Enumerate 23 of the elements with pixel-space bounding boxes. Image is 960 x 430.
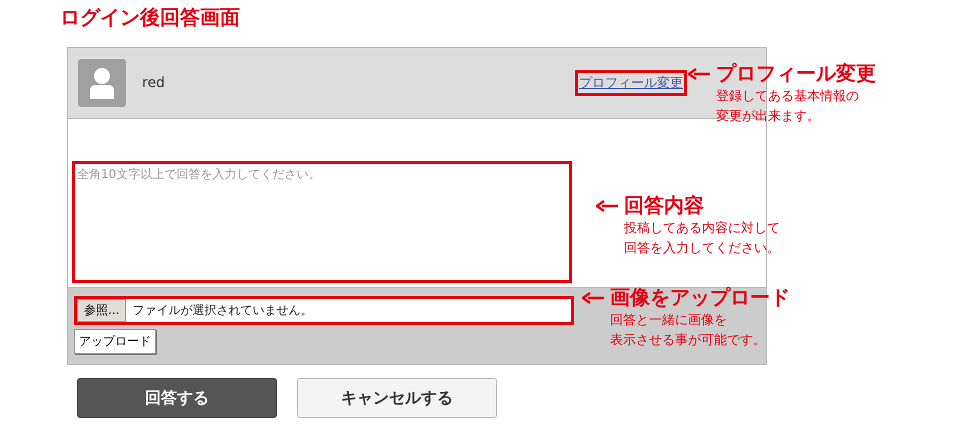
cancel-button[interactable]: キャンセルする bbox=[297, 378, 497, 418]
arrow-icon bbox=[688, 68, 710, 80]
annotation-heading: 回答内容 bbox=[624, 192, 704, 219]
browse-button[interactable]: 参照... bbox=[77, 299, 126, 322]
user-name: red bbox=[142, 75, 165, 91]
upload-button[interactable]: アップロード bbox=[74, 329, 156, 354]
annotation-text: 登録してある基本情報の bbox=[716, 88, 860, 106]
annotation-text: 回答を入力してください。 bbox=[624, 240, 780, 258]
annotation-text: 表示させる事が可能です。 bbox=[610, 332, 767, 350]
arrow-icon bbox=[596, 200, 618, 212]
file-field[interactable]: 参照... ファイルが選択されていません。 bbox=[74, 296, 574, 325]
profile-link[interactable]: プロフィール変更 bbox=[578, 73, 684, 93]
page-title: ログイン後回答画面 bbox=[60, 4, 240, 31]
annotation-text: 変更が出来ます。 bbox=[716, 108, 821, 126]
annotation-text: 回答と一緒に画像を bbox=[610, 312, 728, 330]
arrow-icon bbox=[582, 292, 604, 304]
answer-button[interactable]: 回答する bbox=[77, 378, 277, 418]
annotation-heading: プロフィール変更 bbox=[716, 60, 876, 87]
annotation-heading: 画像をアップロード bbox=[610, 284, 790, 311]
answer-field[interactable]: 全角10文字以上で回答を入力してください。 bbox=[72, 161, 572, 283]
avatar-icon bbox=[78, 59, 126, 107]
annotation-text: 投稿してある内容に対して bbox=[624, 220, 780, 238]
file-status: ファイルが選択されていません。 bbox=[131, 302, 314, 319]
